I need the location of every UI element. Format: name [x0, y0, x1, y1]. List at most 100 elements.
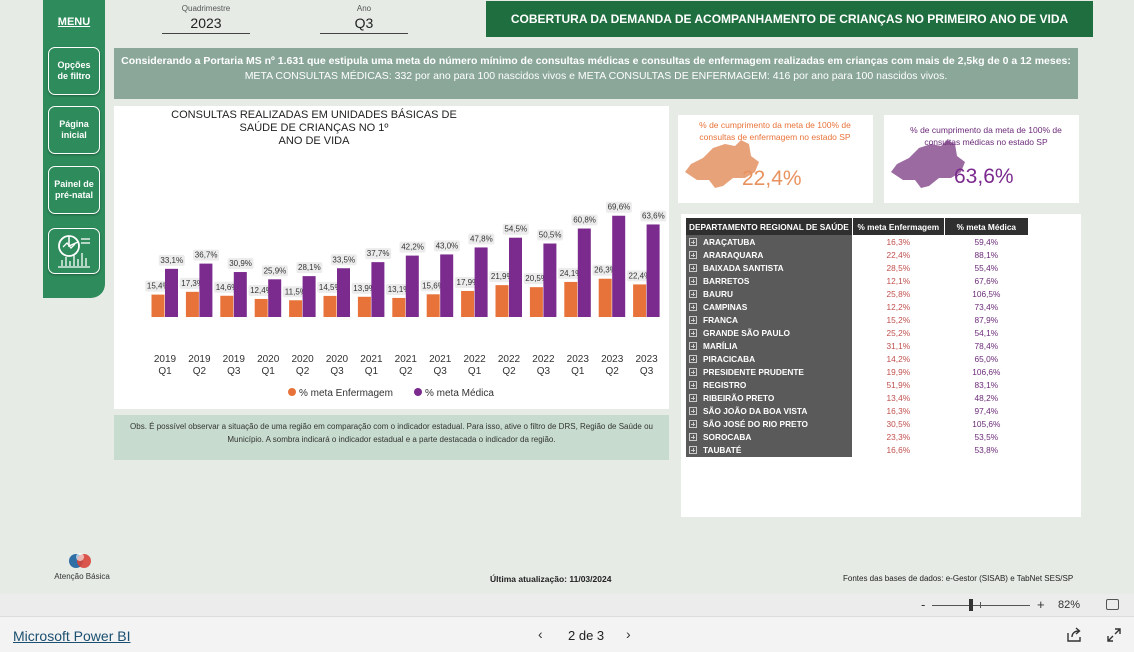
bar-medica[interactable] — [165, 268, 178, 317]
expand-icon[interactable] — [689, 433, 697, 442]
table-row[interactable]: CAMPINAS 12,2% 73,4% — [686, 300, 1029, 314]
fullscreen-icon[interactable] — [1106, 627, 1122, 643]
bar-medica[interactable] — [199, 263, 213, 317]
bar-enfermagem[interactable] — [289, 300, 303, 317]
zoom-slider[interactable] — [932, 605, 1030, 606]
bar-enfermagem[interactable] — [151, 294, 165, 317]
expand-icon[interactable] — [689, 315, 697, 324]
quadrimestre-slicer[interactable]: Quadrimestre 2023 — [162, 4, 250, 34]
bar-medica[interactable] — [233, 272, 247, 317]
data-label: 50,5% — [539, 231, 562, 240]
expand-icon[interactable] — [689, 367, 697, 376]
prenatal-panel-button[interactable]: Painel de pré-natal — [48, 166, 100, 214]
expand-icon[interactable] — [689, 276, 697, 285]
expand-icon[interactable] — [689, 250, 697, 259]
med-value-cell: 73,4% — [944, 300, 1029, 314]
table-row[interactable]: ARAÇATUBA 16,3% 59,4% — [686, 235, 1029, 249]
analytics-button[interactable] — [48, 228, 100, 274]
zoom-slider-thumb[interactable] — [969, 599, 973, 611]
share-icon[interactable] — [1066, 627, 1082, 643]
bar-enfermagem[interactable] — [495, 285, 509, 317]
side-menu: MENU Opções de filtro Página inicial Pai… — [43, 0, 105, 298]
bar-enfermagem[interactable] — [392, 297, 406, 317]
home-page-button[interactable]: Página inicial — [48, 106, 100, 154]
bar-enfermagem[interactable] — [564, 281, 578, 317]
table-row[interactable]: SÃO JOSÉ DO RIO PRETO 30,5% 105,6% — [686, 417, 1029, 431]
legend-marker-enfermagem — [288, 388, 296, 396]
med-value-cell: 59,4% — [944, 235, 1029, 249]
expand-icon[interactable] — [689, 289, 697, 298]
expand-icon[interactable] — [689, 354, 697, 363]
bar-enfermagem[interactable] — [598, 278, 612, 317]
bar-medica[interactable] — [612, 215, 626, 317]
drs-name: BAURU — [703, 288, 733, 299]
x-tick-quarter: Q2 — [296, 366, 310, 377]
expand-icon[interactable] — [689, 420, 697, 429]
bar-medica[interactable] — [474, 247, 488, 317]
bar-medica[interactable] — [371, 262, 385, 317]
bar-medica[interactable] — [405, 255, 419, 317]
bar-enfermagem[interactable] — [426, 294, 440, 317]
drs-name-cell: BAIXADA SANTISTA — [686, 261, 853, 275]
table-row[interactable]: BAIXADA SANTISTA 28,5% 55,4% — [686, 261, 1029, 275]
table-row[interactable]: REGISTRO 51,9% 83,1% — [686, 378, 1029, 392]
next-page-button[interactable]: › — [626, 626, 631, 642]
expand-icon[interactable] — [689, 263, 697, 272]
bar-medica[interactable] — [577, 228, 591, 317]
bar-enfermagem[interactable] — [254, 298, 268, 317]
table-header-enfermagem[interactable]: % meta Enfermagem — [852, 218, 945, 235]
table-row[interactable]: FRANCA 15,2% 87,9% — [686, 313, 1029, 327]
bar-enfermagem[interactable] — [529, 287, 543, 317]
bar-enfermagem[interactable] — [461, 290, 475, 317]
consultations-bar-chart[interactable]: 15,4%33,1%2019Q117,3%36,7%2019Q214,6%30,… — [114, 106, 669, 409]
table-row[interactable]: BAURU 25,8% 106,5% — [686, 287, 1029, 301]
table-row[interactable]: PRESIDENTE PRUDENTE 19,9% 106,6% — [686, 365, 1029, 379]
drs-name-cell: PIRACICABA — [686, 352, 853, 366]
consultations-chart-card[interactable]: CONSULTAS REALIZADAS EM UNIDADES BÁSICAS… — [114, 106, 669, 409]
bar-medica[interactable] — [543, 243, 557, 317]
bar-medica[interactable] — [509, 237, 522, 317]
zoom-in-button[interactable]: + — [1037, 597, 1045, 612]
bar-enfermagem[interactable] — [357, 296, 371, 317]
powerbi-link[interactable]: Microsoft Power BI — [13, 628, 130, 644]
table-header-drs[interactable]: DEPARTAMENTO REGIONAL DE SAÚDE — [686, 218, 853, 235]
table-header-medica[interactable]: % meta Médica — [944, 218, 1029, 235]
data-label: 37,7% — [367, 249, 390, 258]
bar-enfermagem[interactable] — [220, 295, 234, 317]
expand-icon[interactable] — [689, 328, 697, 337]
zoom-out-button[interactable]: - — [921, 597, 925, 612]
drs-name-cell: BAURU — [686, 287, 853, 301]
bar-medica[interactable] — [302, 276, 316, 317]
bar-enfermagem[interactable] — [323, 295, 337, 317]
filter-options-button[interactable]: Opções de filtro — [48, 47, 100, 95]
bar-medica[interactable] — [646, 224, 660, 317]
expand-icon[interactable] — [689, 302, 697, 311]
expand-icon[interactable] — [689, 446, 697, 455]
bar-medica[interactable] — [268, 279, 282, 317]
expand-icon[interactable] — [689, 237, 697, 246]
table-row[interactable]: SOROCABA 23,3% 53,5% — [686, 430, 1029, 444]
x-tick-quarter: Q1 — [365, 366, 379, 377]
expand-icon[interactable] — [689, 381, 697, 390]
zoom-bar: - + 82% — [0, 594, 1134, 616]
ano-slicer[interactable]: Ano Q3 — [320, 4, 408, 34]
bar-enfermagem[interactable] — [633, 284, 647, 317]
bar-medica[interactable] — [440, 254, 454, 317]
expand-icon[interactable] — [689, 407, 697, 416]
table-row[interactable]: RIBEIRÃO PRETO 13,4% 48,2% — [686, 391, 1029, 405]
expand-icon[interactable] — [689, 394, 697, 403]
bar-enfermagem[interactable] — [185, 291, 199, 317]
table-row[interactable]: GRANDE SÃO PAULO 25,2% 54,1% — [686, 326, 1029, 340]
fit-to-page-icon[interactable] — [1106, 599, 1119, 610]
expand-icon[interactable] — [689, 341, 697, 350]
drs-name-cell: GRANDE SÃO PAULO — [686, 326, 853, 340]
previous-page-button[interactable]: ‹ — [538, 626, 543, 642]
bar-medica[interactable] — [337, 268, 350, 317]
table-row[interactable]: SÃO JOÃO DA BOA VISTA 16,3% 97,4% — [686, 404, 1029, 418]
table-row[interactable]: ARARAQUARA 22,4% 88,1% — [686, 248, 1029, 262]
data-label: 63,6% — [642, 211, 665, 220]
table-row[interactable]: PIRACICABA 14,2% 65,0% — [686, 352, 1029, 366]
table-row[interactable]: MARÍLIA 31,1% 78,4% — [686, 339, 1029, 353]
table-row[interactable]: TAUBATÉ 16,6% 53,8% — [686, 443, 1029, 457]
table-row[interactable]: BARRETOS 12,1% 67,6% — [686, 274, 1029, 288]
